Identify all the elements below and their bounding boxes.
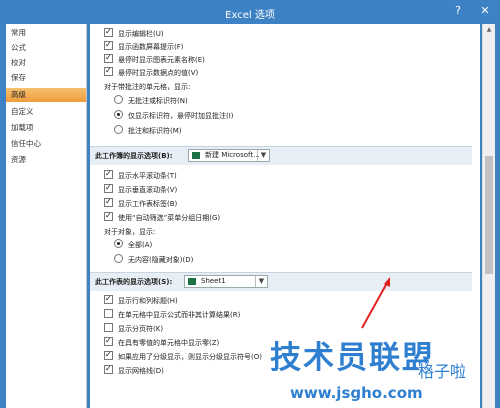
watermark-logo: 技术员联盟 [270,340,435,376]
watermark-side: 格子啦 [418,362,467,381]
watermark-url: www.jsgho.com [290,384,423,402]
